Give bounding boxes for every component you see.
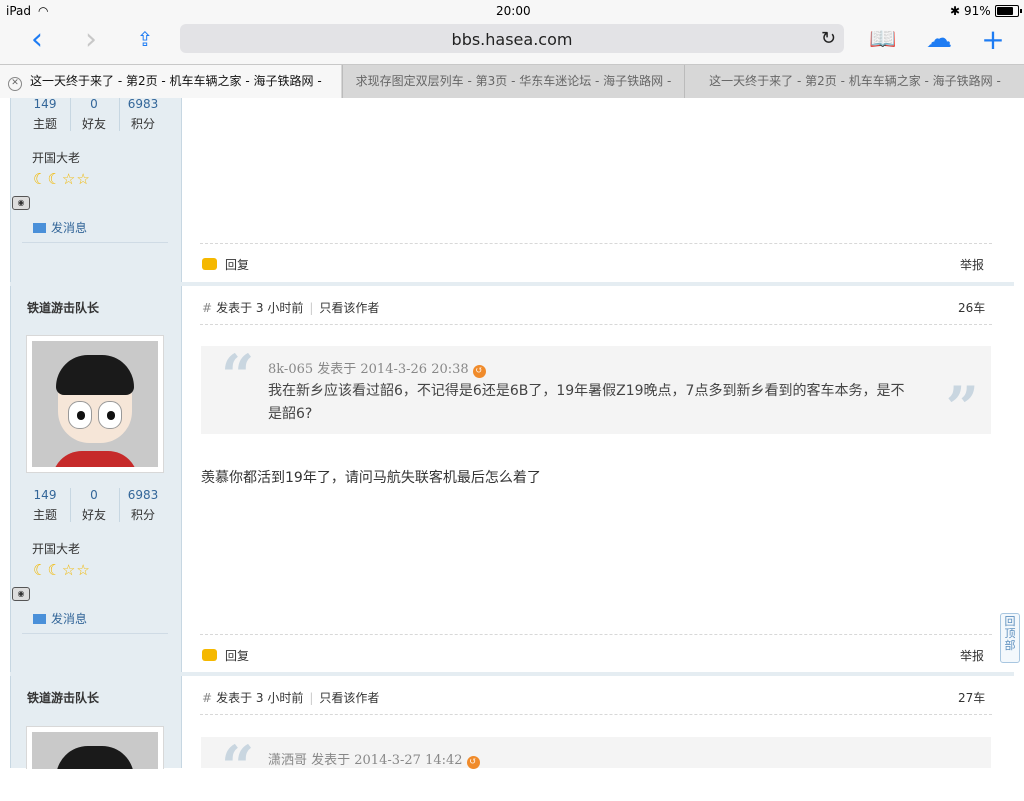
send-message-link[interactable]: 发消息 [33, 219, 87, 236]
reply-button[interactable]: 回复 [202, 647, 249, 664]
jump-to-post-icon[interactable]: ↺ [472, 365, 486, 378]
only-author-link[interactable]: 只看该作者 [319, 301, 379, 315]
quote-block: “ 潇洒哥 发表于 2014-3-27 14:42 ↺ [201, 733, 991, 801]
send-message-link[interactable]: 发消息 [33, 610, 87, 627]
post-meta: # 发表于 3 小时前 | 只看该作者 [202, 301, 380, 315]
author-stats: 149 主题 0 好友 6983 积分 [21, 488, 167, 524]
reply-icon [202, 258, 217, 270]
reload-icon[interactable]: ↻ [821, 28, 836, 49]
close-tab-icon[interactable]: ✕ [8, 77, 22, 91]
tab-2[interactable]: 求现存图定双层列车 - 第3页 - 华东车迷论坛 - 海子铁路网 - [342, 65, 684, 98]
close-quote-icon: ” [945, 374, 979, 442]
back-button[interactable]: ‹ [20, 22, 54, 57]
reply-icon [202, 649, 217, 661]
stat-value[interactable]: 0 [70, 97, 118, 111]
jump-to-post-icon[interactable]: ↺ [466, 756, 480, 769]
forward-button[interactable]: › [74, 22, 108, 57]
open-quote-icon: “ [221, 733, 255, 801]
stat-label: 积分 [130, 117, 155, 131]
stat-label: 主题 [32, 117, 57, 131]
share-button[interactable]: ⇪ [128, 22, 162, 56]
device-name: iPad [6, 4, 32, 18]
stat-label: 好友 [81, 508, 106, 522]
floor-number[interactable]: 27车 [958, 689, 985, 706]
report-button[interactable]: 举报 [960, 256, 984, 273]
post-message: 羡慕你都活到19年了，请问马航失联客机最后怎么着了 [201, 470, 541, 486]
author-name[interactable]: 铁道游击队长 [27, 299, 99, 316]
clock: 20:00 [496, 4, 531, 18]
stat-value[interactable]: 149 [21, 488, 69, 502]
tab-title: 这一天终于来了 - 第2页 - 机车车辆之家 - 海子铁路网 - [709, 74, 1001, 88]
bluetooth-icon: ✱ [950, 4, 961, 18]
stat-label: 主题 [32, 508, 57, 522]
tab-bar: ✕ 这一天终于来了 - 第2页 - 机车车辆之家 - 海子铁路网 - 求现存图定双… [0, 64, 1024, 98]
new-tab-button[interactable]: + [976, 22, 1010, 56]
report-button[interactable]: 举报 [960, 647, 984, 664]
grid-icon: # [202, 691, 213, 705]
envelope-icon [33, 223, 46, 233]
wifi-icon: ◠ [38, 4, 49, 18]
avatar[interactable] [26, 726, 164, 769]
stat-value[interactable]: 6983 [119, 488, 167, 502]
quote-header: 8k-065 发表于 2014-3-26 20:38 ↺ [268, 358, 486, 378]
tab-title: 求现存图定双层列车 - 第3页 - 华东车迷论坛 - 海子铁路网 - [355, 74, 672, 88]
online-status-icon: ◉ [12, 196, 30, 210]
stat-value[interactable]: 6983 [119, 97, 167, 111]
url-text: bbs.hasea.com [451, 30, 573, 49]
back-to-top-button[interactable]: 回顶部 [1000, 613, 1020, 663]
tab-active[interactable]: ✕ 这一天终于来了 - 第2页 - 机车车辆之家 - 海子铁路网 - [0, 65, 341, 98]
battery-percent: 91% [964, 4, 991, 18]
quote-header: 潇洒哥 发表于 2014-3-27 14:42 ↺ [268, 749, 480, 769]
status-bar: iPad ◠ 20:00 ✱ 91% [0, 0, 1024, 22]
only-author-link[interactable]: 只看该作者 [319, 691, 379, 705]
envelope-icon [33, 614, 46, 624]
quote-text: 我在新乡应该看过韶6，不记得是6还是6B了，19年暑假Z19晚点，7点多到新乡看… [268, 383, 905, 422]
online-status-icon: ◉ [12, 587, 30, 601]
floor-number[interactable]: 26车 [958, 299, 985, 316]
reply-button[interactable]: 回复 [202, 256, 249, 273]
address-bar[interactable]: bbs.hasea.com ↻ [180, 24, 844, 53]
stat-value[interactable]: 149 [21, 97, 69, 111]
battery-icon [995, 5, 1022, 17]
rank-stars: ☾☾☆☆ [33, 561, 91, 579]
tab-3[interactable]: 这一天终于来了 - 第2页 - 机车车辆之家 - 海子铁路网 - [684, 65, 1024, 98]
rank-stars: ☾☾☆☆ [33, 170, 91, 188]
quote-block: “ 8k-065 发表于 2014-3-26 20:38 ↺ 我在新乡应该看过韶6… [201, 342, 991, 442]
browser-chrome: iPad ◠ 20:00 ✱ 91% ‹ › ⇪ bbs.hasea.com ↻… [0, 0, 1024, 98]
user-rank: 开国大老 [32, 151, 81, 165]
icloud-tabs-button[interactable]: ☁ [922, 22, 956, 56]
tab-title: 这一天终于来了 - 第2页 - 机车车辆之家 - 海子铁路网 - [30, 74, 322, 88]
bookmarks-button[interactable]: 📖 [866, 22, 900, 56]
avatar[interactable] [26, 335, 164, 473]
grid-icon: # [202, 301, 213, 315]
open-quote-icon: “ [221, 342, 255, 410]
author-name[interactable]: 铁道游击队长 [27, 689, 99, 706]
stat-label: 积分 [130, 508, 155, 522]
stat-label: 好友 [81, 117, 106, 131]
post-meta: # 发表于 3 小时前 | 只看该作者 [202, 691, 380, 705]
author-stats: 149 主题 0 好友 6983 积分 [21, 97, 167, 133]
user-rank: 开国大老 [32, 542, 81, 556]
stat-value[interactable]: 0 [70, 488, 118, 502]
